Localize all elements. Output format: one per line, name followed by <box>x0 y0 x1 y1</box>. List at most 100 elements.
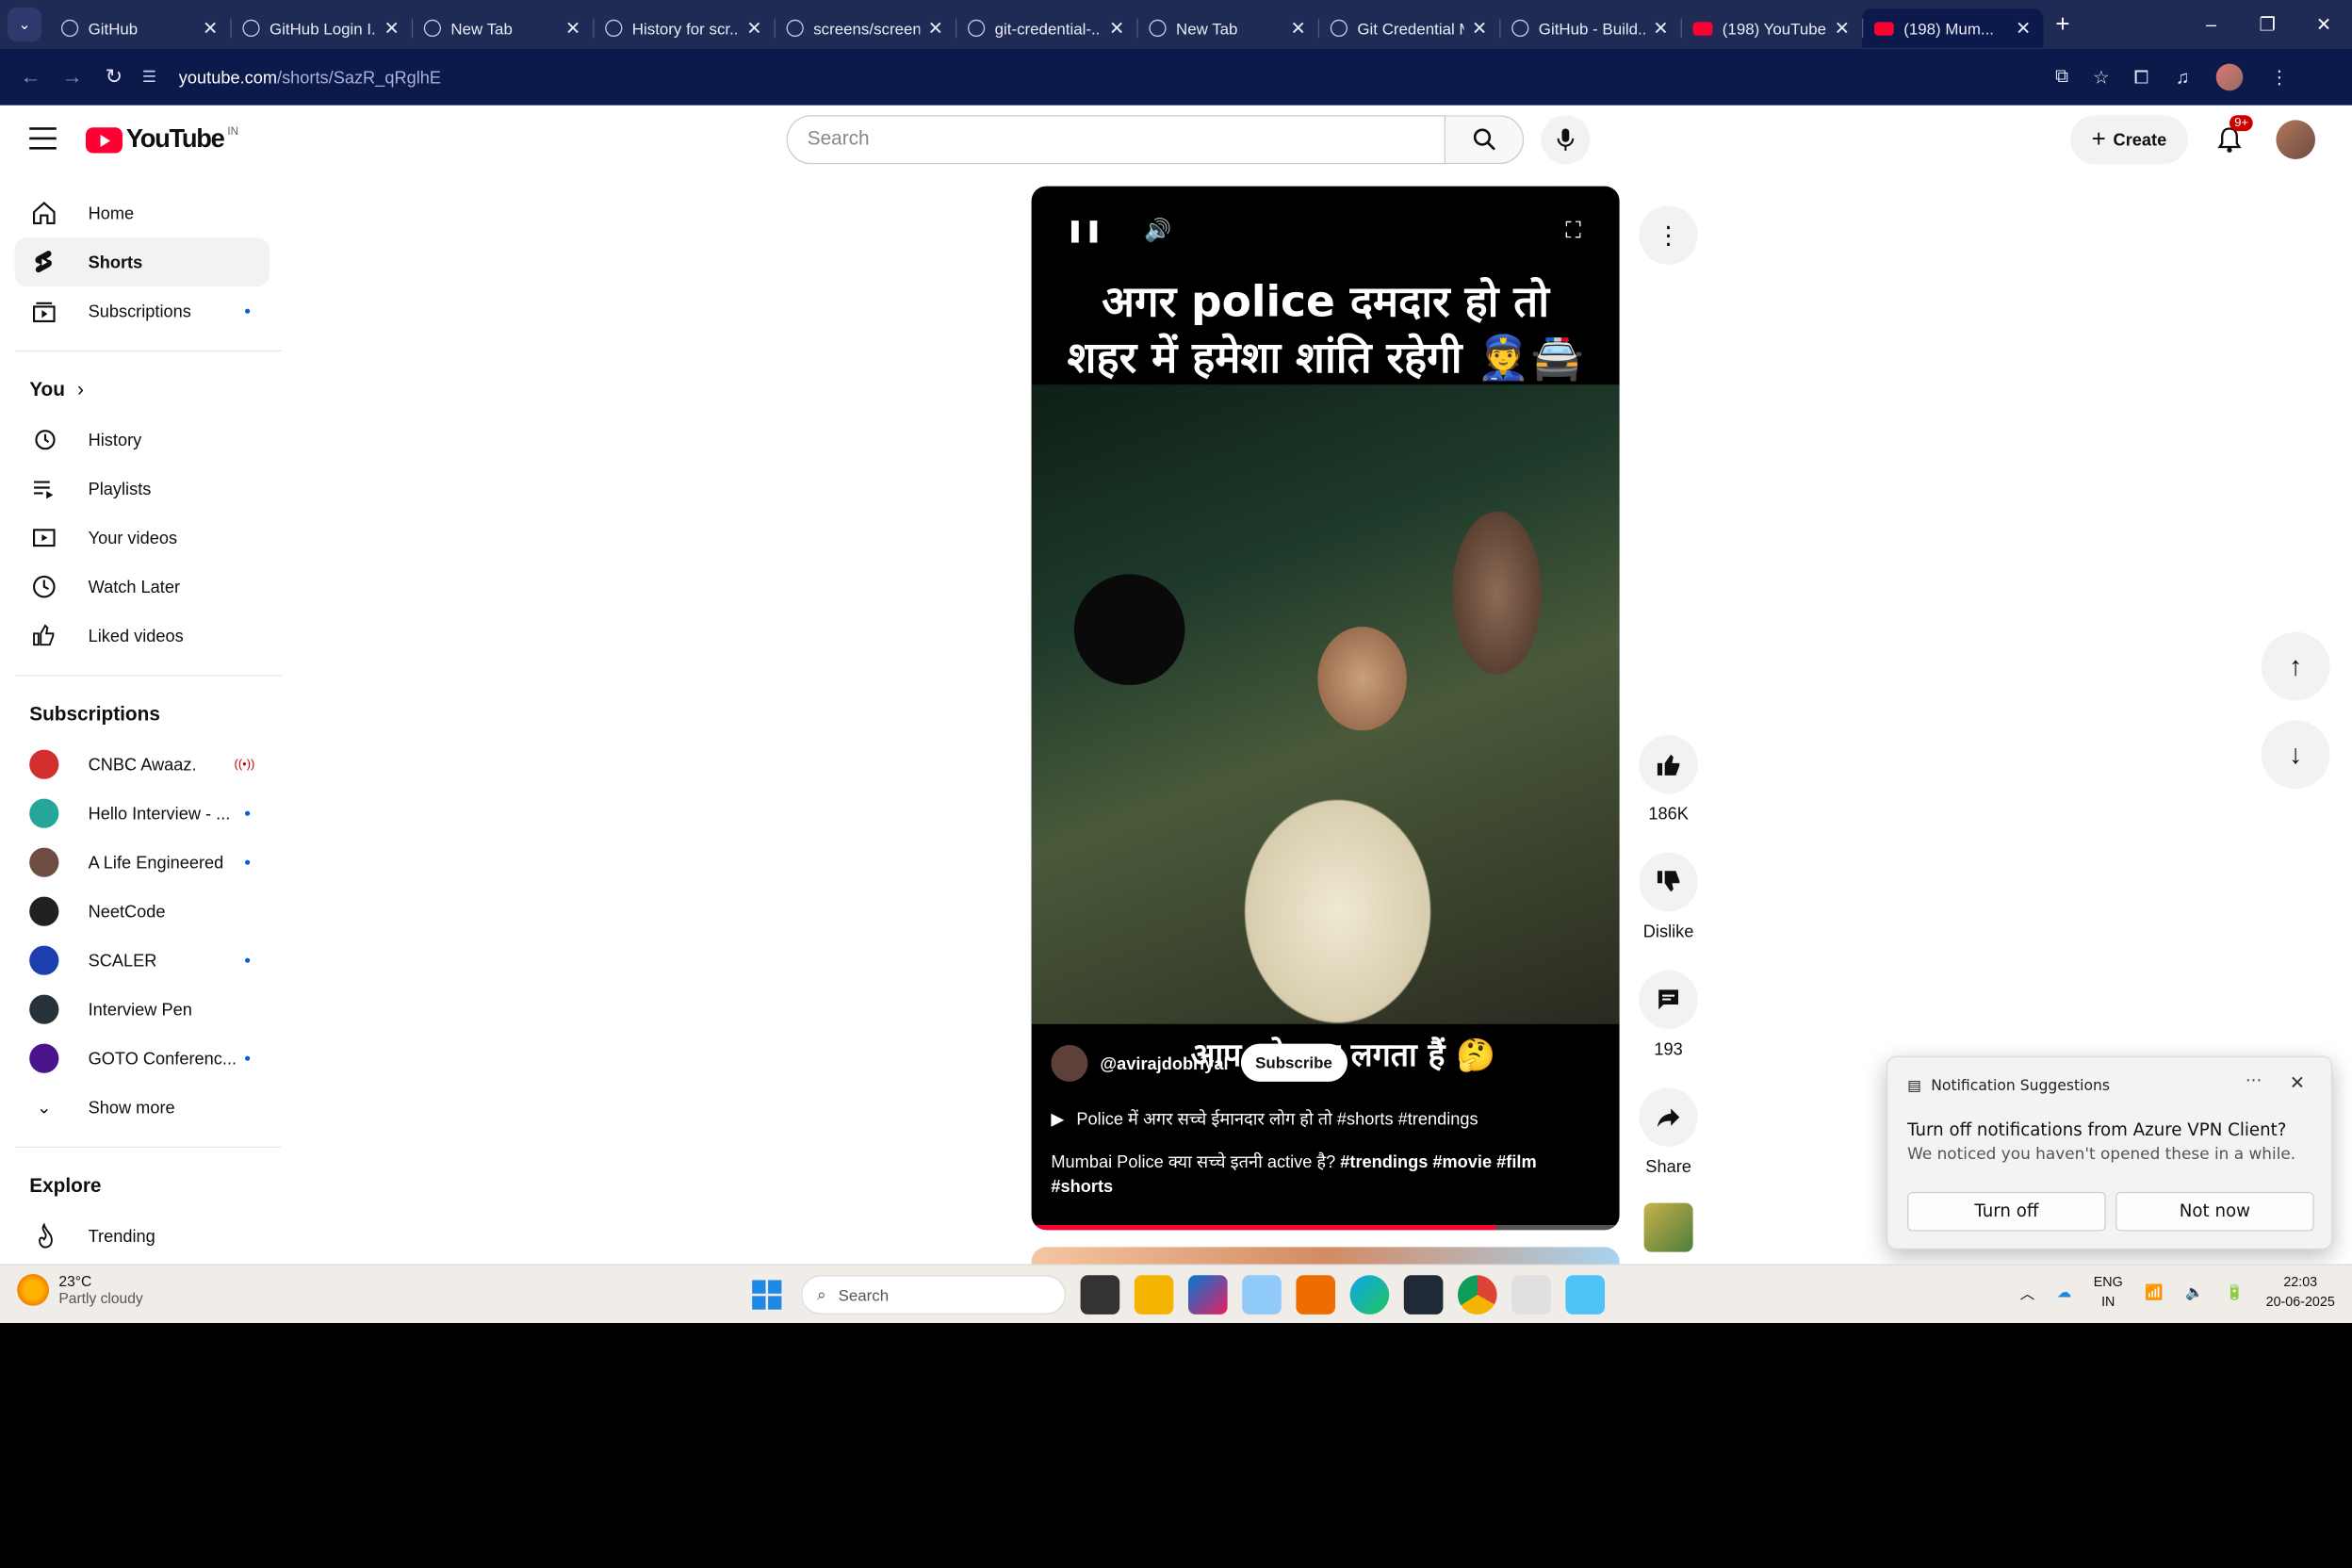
media-control-icon[interactable]: ♫ <box>2176 67 2190 88</box>
channel-avatar[interactable] <box>1051 1044 1088 1082</box>
tab-close-icon[interactable]: ✕ <box>746 17 761 40</box>
more-options-button[interactable]: ⋮ <box>1639 205 1698 265</box>
browser-tab[interactable]: New Tab ✕ <box>411 8 593 48</box>
address-bar[interactable]: ☰ youtube.com/shorts/SazR_qRglhE ⧉ ☆ <box>141 57 2127 97</box>
fullscreen-icon[interactable]: ⛶ <box>1565 218 1580 243</box>
subscribe-button[interactable]: Subscribe <box>1240 1043 1348 1082</box>
sidebar-item-home[interactable]: Home <box>15 188 270 237</box>
like-button[interactable] <box>1639 735 1698 794</box>
subscription-channel[interactable]: Interview Pen <box>15 985 270 1034</box>
chevron-up-icon[interactable]: ︿ <box>2020 1282 2035 1302</box>
search-input[interactable]: Search <box>786 115 1446 165</box>
terminal-icon[interactable] <box>1403 1275 1444 1315</box>
tab-close-icon[interactable]: ✕ <box>1109 17 1124 40</box>
search-button[interactable] <box>1446 115 1525 165</box>
browser-tab[interactable]: History for scr... ✕ <box>593 8 774 48</box>
file-explorer-icon[interactable] <box>1134 1275 1174 1315</box>
wifi-icon[interactable]: 📶 <box>2145 1283 2163 1300</box>
office-app-icon[interactable] <box>1296 1275 1335 1315</box>
browser-tab[interactable]: GitHub - Build... ✕ <box>1499 8 1680 48</box>
back-icon[interactable]: ← <box>9 65 51 90</box>
tab-close-icon[interactable]: ✕ <box>928 17 943 40</box>
task-view-icon[interactable] <box>1080 1275 1120 1315</box>
browser-tab[interactable]: git-credential-... ✕ <box>955 8 1136 48</box>
you-section-link[interactable]: You › <box>0 367 285 416</box>
progress-bar[interactable] <box>1031 1225 1620 1231</box>
description-tags[interactable]: #trendings #movie #film <box>1340 1152 1536 1171</box>
tab-close-icon[interactable]: ✕ <box>1653 17 1668 40</box>
speaker-icon[interactable]: 🔈 <box>2185 1283 2203 1300</box>
sidebar-item-watch-later[interactable]: Watch Later <box>15 563 270 612</box>
sidebar-item-playlists[interactable]: Playlists <box>15 465 270 514</box>
tab-close-icon[interactable]: ✕ <box>1290 17 1305 40</box>
browser-tab[interactable]: GitHub Login I... ✕ <box>230 8 411 48</box>
photos-icon[interactable] <box>1565 1275 1605 1315</box>
weather-widget[interactable]: 23°C Partly cloudy <box>17 1273 143 1307</box>
shorts-player[interactable]: ❚❚ 🔊 ⛶ अगर police दमदार हो तो शहर में हम… <box>1031 186 1620 1231</box>
next-short-button[interactable]: ↓ <box>2261 720 2330 790</box>
volume-icon[interactable]: 🔊 <box>1144 218 1171 243</box>
subscription-channel[interactable]: GOTO Conferenc... <box>15 1034 270 1083</box>
windows-start-icon[interactable] <box>752 1280 782 1310</box>
browser-tab[interactable]: (198) Mum... ✕ <box>1861 8 2044 48</box>
sidebar-item-trending[interactable]: Trending <box>15 1212 270 1261</box>
onedrive-cloud-icon[interactable]: ☁ <box>2057 1283 2072 1300</box>
browser-tab[interactable]: GitHub ✕ <box>49 8 230 48</box>
clock[interactable]: 22:03 20-06-2025 <box>2266 1273 2335 1313</box>
guide-menu-icon[interactable] <box>29 127 57 156</box>
sidebar-item-history[interactable]: History <box>15 416 270 465</box>
window-app-icon[interactable] <box>1242 1275 1282 1315</box>
channel-handle[interactable]: @avirajdobriyal <box>1100 1053 1228 1072</box>
browser-tab[interactable]: Git Credential M... ✕ <box>1317 8 1499 48</box>
tab-close-icon[interactable]: ✕ <box>565 17 580 40</box>
tab-search-button[interactable]: ⌄ <box>7 7 42 42</box>
forward-icon[interactable]: → <box>52 65 93 90</box>
tab-close-icon[interactable]: ✕ <box>2016 17 2031 40</box>
snipping-tool-icon[interactable] <box>1511 1275 1551 1315</box>
close-window-icon[interactable]: ✕ <box>2295 0 2352 49</box>
description-tags-2[interactable]: #shorts <box>1051 1176 1113 1196</box>
subscription-channel[interactable]: A Life Engineered <box>15 838 270 887</box>
browser-profile-avatar[interactable] <box>2216 63 2244 91</box>
subscription-channel[interactable]: SCALER <box>15 936 270 985</box>
voice-search-button[interactable] <box>1541 115 1591 165</box>
microsoft-365-icon[interactable] <box>1188 1275 1228 1315</box>
notifications-button[interactable]: 9+ <box>2213 115 2254 156</box>
tab-close-icon[interactable]: ✕ <box>1472 17 1487 40</box>
account-avatar[interactable] <box>2276 120 2315 159</box>
subscription-channel[interactable]: NeetCode <box>15 887 270 936</box>
toast-close-icon[interactable]: ✕ <box>2290 1072 2305 1094</box>
tab-close-icon[interactable]: ✕ <box>203 17 218 40</box>
extensions-icon[interactable]: ⧠ <box>2134 67 2149 88</box>
browser-tab[interactable]: (198) YouTube ✕ <box>1680 8 1862 48</box>
battery-icon[interactable]: 🔋 <box>2226 1283 2244 1300</box>
browser-tab[interactable]: New Tab ✕ <box>1136 8 1317 48</box>
subscription-channel[interactable]: CNBC Awaaz. ((•)) <box>15 740 270 789</box>
input-language[interactable]: ENG IN <box>2094 1273 2123 1313</box>
sound-thumbnail[interactable] <box>1643 1202 1693 1252</box>
not-now-button[interactable]: Not now <box>2115 1191 2314 1232</box>
chrome-icon[interactable] <box>1458 1275 1497 1315</box>
share-button[interactable] <box>1639 1087 1698 1147</box>
browser-tab[interactable]: screens/screen... ✕ <box>774 8 956 48</box>
reload-icon[interactable]: ↻ <box>93 65 135 90</box>
create-button[interactable]: + Create <box>2070 115 2188 165</box>
sidebar-item-shorts[interactable]: Shorts <box>14 237 270 287</box>
turn-off-button[interactable]: Turn off <box>1907 1191 2106 1232</box>
video-description[interactable]: Mumbai Police क्या सच्चे इतनी active है?… <box>1051 1149 1590 1198</box>
tab-close-icon[interactable]: ✕ <box>1835 17 1850 40</box>
subscription-channel[interactable]: Hello Interview - ... <box>15 789 270 838</box>
previous-short-button[interactable]: ↑ <box>2261 631 2330 701</box>
taskbar-search[interactable]: ⌕ Search <box>801 1275 1066 1315</box>
sidebar-item-subscriptions[interactable]: Subscriptions <box>15 286 270 335</box>
restore-icon[interactable]: ❐ <box>2239 0 2295 49</box>
minimize-icon[interactable]: – <box>2183 0 2240 49</box>
sidebar-item-liked-videos[interactable]: Liked videos <box>15 612 270 661</box>
browser-menu-icon[interactable]: ⋮ <box>2270 66 2289 89</box>
sound-row[interactable]: ▶ Police में अगर सच्चे ईमानदार लोग हो तो… <box>1051 1107 1478 1131</box>
youtube-logo[interactable]: YouTube IN <box>86 125 238 155</box>
show-more-button[interactable]: ⌄ Show more <box>15 1083 270 1132</box>
video-frame[interactable] <box>1031 384 1620 1024</box>
tab-close-icon[interactable]: ✕ <box>384 17 399 40</box>
comments-button[interactable] <box>1639 970 1698 1029</box>
